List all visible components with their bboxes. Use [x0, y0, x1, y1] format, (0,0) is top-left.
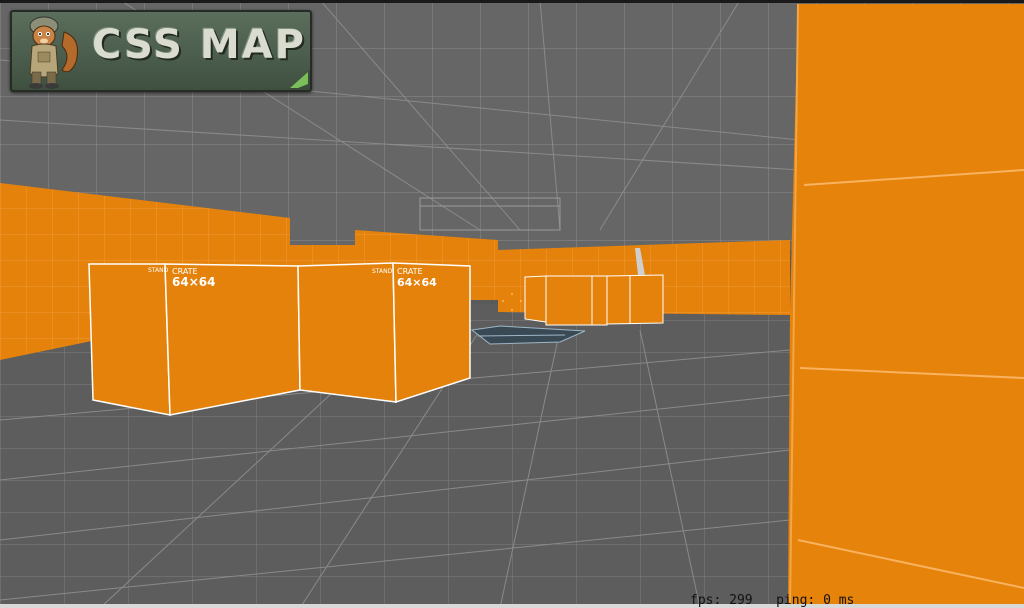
- svg-text:64×64: 64×64: [172, 275, 215, 289]
- fps-label: fps:: [690, 593, 722, 608]
- fps-value: 299: [729, 593, 753, 608]
- crate-2: [297, 262, 471, 404]
- page-curl-icon: [288, 70, 310, 90]
- ping-value: 0 ms: [823, 593, 855, 608]
- svg-text:64×64: 64×64: [397, 276, 437, 289]
- netgraph-readout: fps: 299 ping: 0 ms: [690, 593, 854, 608]
- svg-text:STAND: STAND: [372, 268, 393, 275]
- ping-label: ping:: [776, 593, 816, 608]
- game-viewport[interactable]: STAND CRATE 64×64 STAND CRATE 64×64 CSS …: [0, 0, 1024, 608]
- css-map-logo: CSS MAP: [10, 10, 312, 92]
- near-wall-right: [788, 3, 1024, 608]
- distant-crates: [524, 274, 664, 326]
- squirrel-mascot-icon: [29, 16, 78, 89]
- svg-text:STAND: STAND: [148, 267, 169, 274]
- logo-title: CSS MAP: [92, 22, 306, 68]
- svg-text:CRATE: CRATE: [397, 267, 423, 276]
